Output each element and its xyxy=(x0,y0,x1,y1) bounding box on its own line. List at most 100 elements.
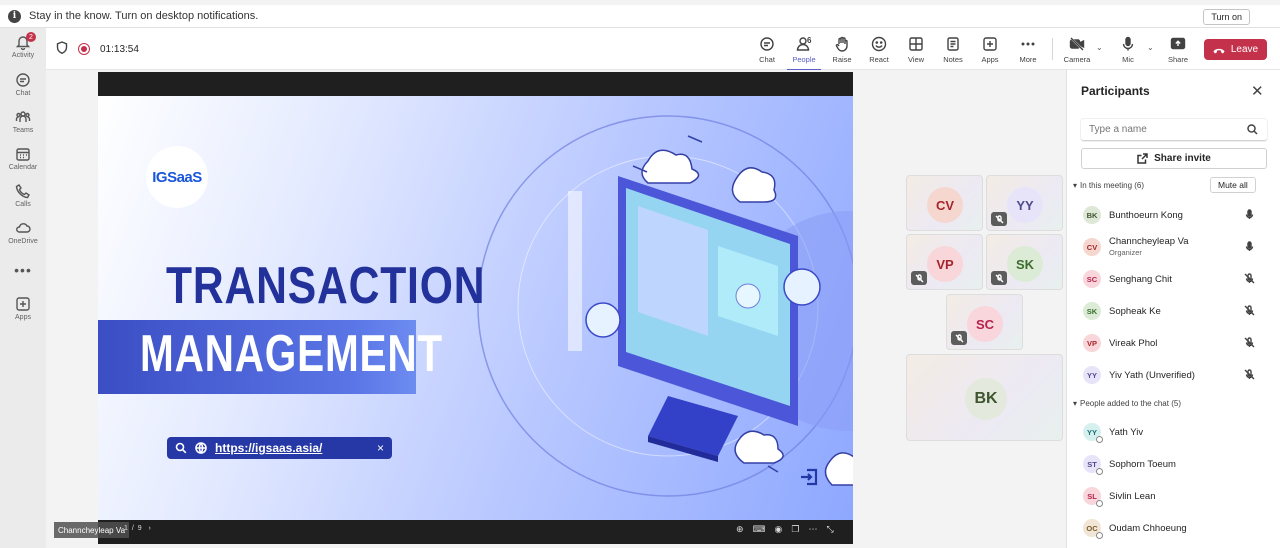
rail-onedrive[interactable]: OneDrive xyxy=(0,220,46,256)
mic-off-icon xyxy=(995,273,1003,282)
rail-more[interactable]: ••• xyxy=(0,262,46,298)
rail-calls[interactable]: Calls xyxy=(0,183,46,219)
avatar: YY xyxy=(1083,423,1103,443)
share-button[interactable]: Share xyxy=(1161,36,1195,64)
added-section-toggle[interactable]: ▾ People added to the chat (5) xyxy=(1073,399,1181,408)
slide-pager[interactable]: 1 / 9 › xyxy=(124,525,152,532)
mic-off-icon[interactable] xyxy=(1244,273,1255,287)
mic-icon[interactable] xyxy=(1244,209,1255,223)
video-tile-vp[interactable]: VP xyxy=(906,234,983,290)
people-button[interactable]: 6 People xyxy=(787,36,821,71)
participant-row[interactable]: VP Vireak Phol xyxy=(1083,331,1267,355)
igsaas-logo: IGSaaS xyxy=(146,146,208,208)
chat-button[interactable]: Chat xyxy=(750,36,784,64)
zoom-icon[interactable]: ⊕ xyxy=(736,524,744,535)
video-tile-sk[interactable]: SK xyxy=(986,234,1063,290)
avatar: SK xyxy=(1007,246,1043,282)
chat-icon xyxy=(760,37,774,51)
added-person-row[interactable]: OC Oudam Chhoeung xyxy=(1083,516,1267,540)
mic-off-chip xyxy=(951,331,967,345)
camera-off-icon xyxy=(1069,37,1085,51)
avatar: YY xyxy=(1083,366,1101,384)
people-count: 6 xyxy=(807,36,812,45)
slide-title-line2: MANAGEMENT xyxy=(140,325,443,383)
mic-icon[interactable] xyxy=(1244,241,1255,255)
cloud-icon xyxy=(16,223,31,233)
close-icon: × xyxy=(376,441,384,455)
fullscreen-icon[interactable]: ⤡ xyxy=(826,524,833,535)
camera-button[interactable]: Camera xyxy=(1060,36,1094,64)
leave-button[interactable]: Leave xyxy=(1204,39,1267,60)
apps-button[interactable]: Apps xyxy=(973,36,1007,64)
added-person-row[interactable]: ST Sophorn Toeum xyxy=(1083,452,1267,476)
participant-name-text: Bunthoeurn Kong xyxy=(1109,209,1183,221)
rail-teams[interactable]: Teams xyxy=(0,109,46,145)
added-person-row[interactable]: YY Yath Yiv xyxy=(1083,420,1267,444)
camera-options-chevron-icon[interactable]: ⌄ xyxy=(1096,43,1103,52)
plus-box-icon xyxy=(16,297,30,311)
security-shield-icon[interactable] xyxy=(56,41,68,57)
participant-row[interactable]: BK Bunthoeurn Kong xyxy=(1083,203,1267,227)
camera-label: Camera xyxy=(1063,55,1091,64)
rail-label: Calendar xyxy=(8,164,38,171)
mic-off-icon xyxy=(955,333,963,342)
video-tile-sc[interactable]: SC xyxy=(946,294,1023,350)
share-label: Share xyxy=(1167,55,1188,64)
in-meeting-section-toggle[interactable]: ▾ In this meeting (6) xyxy=(1073,181,1144,190)
participant-row[interactable]: YY Yiv Yath (Unverified) xyxy=(1083,363,1267,387)
slide-title-line1: TRANSACTION xyxy=(166,257,486,315)
view-button[interactable]: View xyxy=(899,36,933,64)
screen-share[interactable]: IGSaaS TRANSACTION MANAGEMENT https://ig… xyxy=(98,72,853,544)
avatar-initials: YY xyxy=(1086,427,1097,437)
teams-icon xyxy=(15,111,31,122)
presentation-slide: IGSaaS TRANSACTION MANAGEMENT https://ig… xyxy=(98,96,853,520)
share-invite-button[interactable]: Share invite xyxy=(1081,148,1267,169)
chat-label: Chat xyxy=(759,55,775,64)
added-person-row[interactable]: SL Sivlin Lean xyxy=(1083,484,1267,508)
participant-search-input[interactable] xyxy=(1081,119,1267,141)
notification-bar: i Stay in the know. Turn on desktop noti… xyxy=(0,5,1280,28)
avatar-initials: SL xyxy=(1087,491,1097,501)
participant-name: Yath Yiv xyxy=(1109,426,1144,438)
recording-icon xyxy=(78,43,90,55)
close-panel-icon[interactable]: ✕ xyxy=(1251,82,1264,100)
raise-label: Raise xyxy=(832,55,852,64)
app-rail: 2 Activity Chat Teams Calendar Calls One… xyxy=(0,28,46,548)
mic-options-chevron-icon[interactable]: ⌄ xyxy=(1147,43,1154,52)
more-icon xyxy=(1021,42,1035,46)
participant-row[interactable]: CV Channcheyleap Va Organizer xyxy=(1083,235,1267,259)
turn-on-notifications-button[interactable]: Turn on xyxy=(1203,9,1250,25)
video-tile-cv[interactable]: CV xyxy=(906,175,983,231)
rail-apps[interactable]: Apps xyxy=(0,296,46,332)
globe-icon xyxy=(195,442,207,454)
slide-url: https://igsaas.asia/ xyxy=(215,441,323,455)
mic-off-icon[interactable] xyxy=(1244,305,1255,319)
participant-row[interactable]: SC Senghang Chit xyxy=(1083,267,1267,291)
search-icon[interactable] xyxy=(1247,124,1258,138)
react-button[interactable]: React xyxy=(862,36,896,64)
participant-name: Channcheyleap Va Organizer xyxy=(1109,236,1189,258)
participant-row[interactable]: SK Sopheak Ke xyxy=(1083,299,1267,323)
more-button[interactable]: More xyxy=(1011,36,1045,64)
avatar: BK xyxy=(965,378,1007,420)
keyboard-icon[interactable]: ⌨ xyxy=(753,524,766,535)
rail-activity[interactable]: 2 Activity xyxy=(0,32,46,70)
notes-button[interactable]: Notes xyxy=(936,36,970,64)
mic-off-icon[interactable] xyxy=(1244,337,1255,351)
mute-all-button[interactable]: Mute all xyxy=(1210,177,1256,193)
external-status-icon xyxy=(1096,532,1103,539)
video-tile-yy[interactable]: YY xyxy=(986,175,1063,231)
mic-off-icon[interactable] xyxy=(1244,369,1255,383)
popout-icon[interactable]: ❐ xyxy=(791,524,799,535)
broadcast-icon[interactable]: ◉ xyxy=(775,524,783,535)
video-tile-bk[interactable]: BK xyxy=(906,354,1063,441)
raise-hand-button[interactable]: Raise xyxy=(825,36,859,64)
participant-name-text: Sopheak Ke xyxy=(1109,305,1161,317)
more-options-icon[interactable]: ⋯ xyxy=(808,524,817,535)
avatar: ST xyxy=(1083,455,1103,475)
avatar: SC xyxy=(967,306,1003,342)
rail-calendar[interactable]: Calendar xyxy=(0,146,46,182)
mic-button[interactable]: Mic xyxy=(1111,36,1145,64)
next-slide-icon[interactable]: › xyxy=(149,525,152,532)
rail-chat[interactable]: Chat xyxy=(0,72,46,108)
